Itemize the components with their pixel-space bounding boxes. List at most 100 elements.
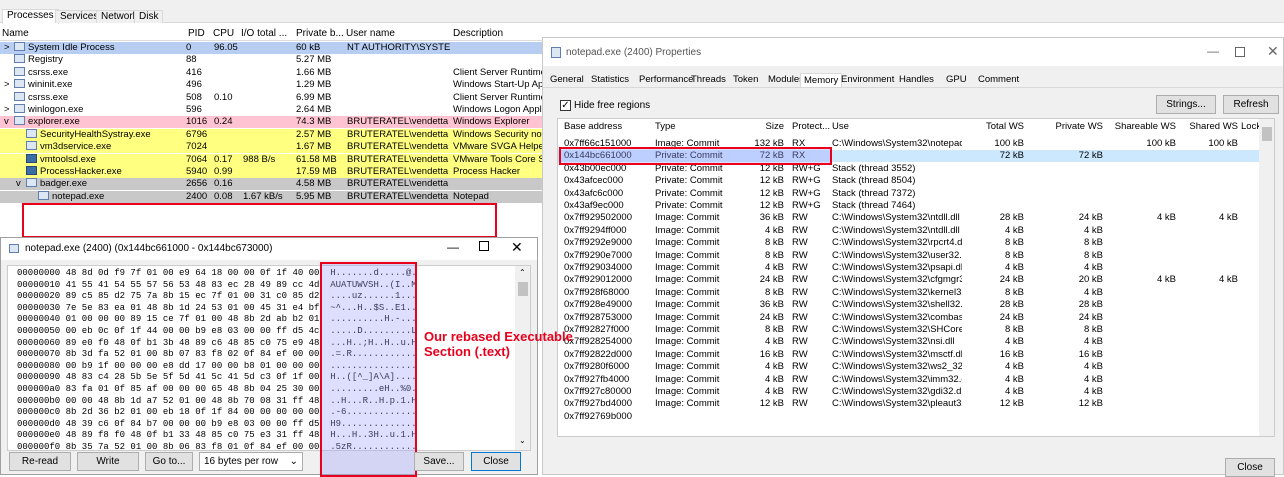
maximize-icon[interactable] <box>1235 47 1245 57</box>
memory-row[interactable]: 0x7ff927c80000 Image: Commit 4 kB RW C:\Wind… <box>558 386 1270 398</box>
memory-row[interactable]: 0x7ff928f68000 Image: Commit 8 kB RW C:\Wind… <box>558 287 1270 299</box>
process-row[interactable]: csrss.exe 416 1.66 MB Client Server Runtime <box>0 66 545 79</box>
memory-cell: 8 kB <box>764 237 784 249</box>
memory-col-header[interactable]: Shareable WS <box>1110 121 1176 133</box>
refresh-button[interactable]: Refresh <box>1223 95 1279 114</box>
memory-row[interactable]: 0x43afcec000 Private: Commit 12 kB RW+G Stac… <box>558 175 1270 187</box>
memory-cell: RW <box>792 324 808 335</box>
close-icon[interactable]: ✕ <box>511 239 523 256</box>
memory-col-header[interactable]: Protect... <box>792 121 830 133</box>
memory-row[interactable]: 0x7ff9280f6000 Image: Commit 4 kB RW C:\Wind… <box>558 361 1270 373</box>
memory-col-header[interactable]: Type <box>655 121 733 133</box>
memory-cell: 0x7ff92769b000 <box>564 410 632 422</box>
memory-row[interactable]: 0x7ff928254000 Image: Commit 4 kB RW C:\Wind… <box>558 336 1270 348</box>
memory-row[interactable]: 0x7ff92769b000 <box>558 411 1270 423</box>
pid: 1016 <box>186 116 208 128</box>
process-row[interactable]: Registry 88 5.27 MB <box>0 54 545 67</box>
scroll-up-icon[interactable]: ⌃ <box>519 268 526 277</box>
col-name[interactable]: Name <box>2 27 29 40</box>
col-desc[interactable]: Description <box>453 27 503 40</box>
process-row[interactable]: csrss.exe 508 0.10 6.99 MB Client Server Run… <box>0 91 545 104</box>
memory-row[interactable]: 0x7ff92827f000 Image: Commit 8 kB RW C:\Wind… <box>558 324 1270 336</box>
process-row[interactable]: > winlogon.exe 596 2.64 MB Windows Logon App… <box>0 104 545 116</box>
process-row[interactable]: > wininit.exe 496 1.29 MB Windows Start-Up A… <box>0 79 545 92</box>
scroll-thumb[interactable] <box>1262 127 1272 141</box>
memory-cell: 0x7ff928f68000 <box>564 286 630 298</box>
memory-row[interactable]: 0x7ff929034000 Image: Commit 4 kB RW C:\Wind… <box>558 262 1270 274</box>
props-tab[interactable]: Token <box>730 73 761 87</box>
memory-col-header[interactable]: Base address <box>564 121 654 133</box>
memory-col-header[interactable]: Locke <box>1241 121 1261 133</box>
memory-row[interactable]: 0x7ff9290e7000 Image: Commit 8 kB RW C:\Wind… <box>558 250 1270 262</box>
process-row[interactable]: vmtoolsd.exe 7064 0.17 988 B/s 61.58 MB BRUTE… <box>0 153 545 166</box>
memory-col-header[interactable]: Private WS <box>1025 121 1103 133</box>
write-button[interactable]: Write <box>77 452 139 471</box>
process-row[interactable]: v badger.exe 2656 0.16 4.58 MB BRUTERATEL\ven… <box>0 178 545 191</box>
process-row[interactable]: v explorer.exe 1016 0.24 74.3 MB BRUTERATEL\v… <box>0 116 545 129</box>
memory-row[interactable]: 0x7ff928e49000 Image: Commit 36 kB RW C:\Win… <box>558 299 1270 311</box>
memory-row[interactable]: 0x43afc6c000 Private: Commit 12 kB RW+G Stac… <box>558 188 1270 200</box>
memory-table[interactable]: Base address Type Size Protect... Use Total W… <box>557 118 1275 437</box>
memory-cell: 12 kB <box>759 187 784 199</box>
goto-button[interactable]: Go to... <box>145 452 193 471</box>
memory-cell: RW <box>792 386 808 397</box>
hide-free-checkbox[interactable]: ✓ <box>560 100 571 111</box>
col-io[interactable]: I/O total ... <box>241 27 287 40</box>
save-button[interactable]: Save... <box>414 452 464 471</box>
process-row[interactable]: notepad.exe 2400 0.08 1.67 kB/s 5.95 MB BRUTE… <box>0 190 545 203</box>
process-row[interactable]: vm3dservice.exe 7024 1.67 MB BRUTERATEL\ven… <box>0 141 545 154</box>
reread-button[interactable]: Re-read <box>9 452 71 471</box>
close-button[interactable]: Close <box>471 452 521 471</box>
col-pid[interactable]: PID <box>188 27 205 40</box>
col-cpu[interactable]: CPU <box>213 27 234 40</box>
col-user[interactable]: User name <box>346 27 395 40</box>
process-row[interactable]: SecurityHealthSystray.exe 6796 2.57 MB BRUT… <box>0 128 545 141</box>
props-tab[interactable]: Statistics <box>588 73 632 87</box>
props-tab[interactable]: Environment <box>838 73 897 87</box>
props-tab[interactable]: Threads <box>688 73 729 87</box>
memory-row[interactable]: 0x7ff928753000 Image: Commit 24 kB RW C:\Win… <box>558 312 1270 324</box>
memory-row[interactable]: 0x7ff9294ff000 Image: Commit 4 kB RW C:\Wind… <box>558 225 1270 237</box>
props-tab[interactable]: Memory <box>800 73 843 87</box>
props-tab[interactable]: Handles <box>896 73 937 87</box>
memory-row[interactable]: 0x7ff9292e9000 Image: Commit 8 kB RW C:\Wind… <box>558 237 1270 249</box>
pid: 7064 <box>186 153 208 165</box>
memory-cell: 8 kB <box>1083 237 1103 249</box>
memory-row[interactable]: 0x7ff92822d000 Image: Commit 16 kB RW C:\Win… <box>558 349 1270 361</box>
user-name: BRUTERATEL\vendetta <box>347 116 449 128</box>
memory-row[interactable]: 0x7ff929012000 Image: Commit 24 kB RW C:\Win… <box>558 274 1270 286</box>
description: Client Server Runtime <box>453 91 545 103</box>
memory-row[interactable]: 0x7ff927bd4000 Image: Commit 12 kB RW C:\Win… <box>558 398 1270 410</box>
maximize-icon[interactable] <box>479 241 489 251</box>
props-tab[interactable]: GPU <box>943 73 970 87</box>
tab-processes[interactable]: Processes <box>2 9 59 24</box>
memory-col-header[interactable]: Use <box>832 121 962 133</box>
properties-close-button[interactable]: Close <box>1225 458 1275 477</box>
memory-cell: Image: Commit <box>655 286 720 298</box>
tab-disk[interactable]: Disk <box>134 10 164 23</box>
scroll-thumb[interactable] <box>518 282 528 296</box>
minimize-icon[interactable]: — <box>1207 44 1219 58</box>
props-tab[interactable]: General <box>547 73 587 87</box>
scroll-down-icon[interactable]: ⌄ <box>519 436 526 445</box>
props-tab[interactable]: Comment <box>975 73 1022 87</box>
process-row[interactable]: > System Idle Process 0 96.05 60 kB NT AUTHOR… <box>0 42 545 54</box>
strings-button[interactable]: Strings... <box>1156 95 1216 114</box>
close-icon[interactable]: ✕ <box>1267 43 1279 60</box>
memory-col-header[interactable]: Size <box>734 121 784 133</box>
memory-col-header[interactable]: Shared WS <box>1178 121 1238 133</box>
memory-row[interactable]: 0x43af9ec000 Private: Commit 12 kB RW+G Stac… <box>558 200 1270 212</box>
minimize-icon[interactable]: — <box>447 240 459 254</box>
memory-cell: Stack (thread 3552) <box>832 162 916 174</box>
memory-cell: 4 kB <box>1004 224 1024 236</box>
memory-col-header[interactable]: Total WS <box>966 121 1024 133</box>
bytes-per-row-select[interactable]: 16 bytes per row ⌄ <box>199 452 303 471</box>
process-row[interactable]: ProcessHacker.exe 5940 0.99 17.59 MB BRUTERA… <box>0 166 545 178</box>
col-private[interactable]: Private b... <box>296 27 344 40</box>
memory-row[interactable]: 0x7ff929502000 Image: Commit 36 kB RW C:\Win… <box>558 212 1270 224</box>
memory-vscrollbar[interactable] <box>1259 119 1274 436</box>
properties-window: notepad.exe (2400) Properties — ✕ Genera… <box>542 37 1284 477</box>
memory-row[interactable]: 0x7ff927fb4000 Image: Commit 4 kB RW C:\Wind… <box>558 374 1270 386</box>
memory-cell: C:\Windows\System32\nsi.dll <box>832 336 955 348</box>
private-bytes: 1.67 MB <box>296 141 332 153</box>
